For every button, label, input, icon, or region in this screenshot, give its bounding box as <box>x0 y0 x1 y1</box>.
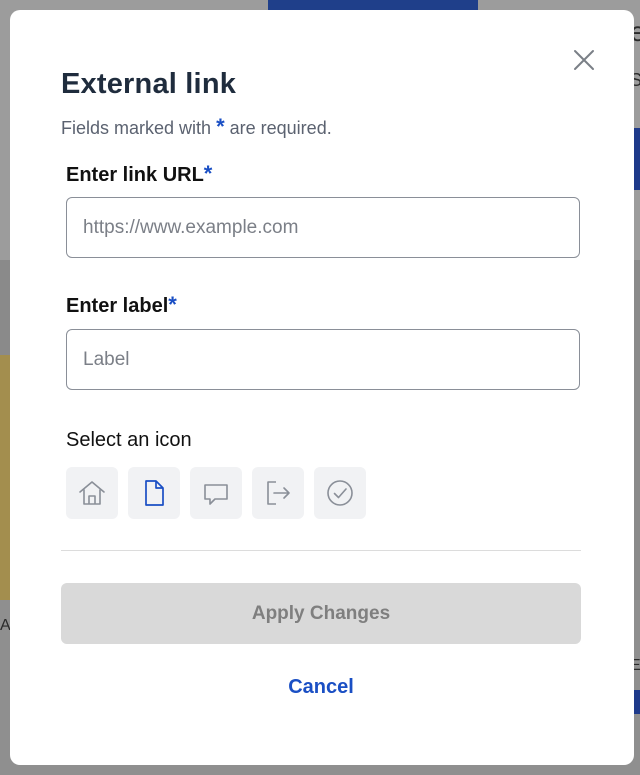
document-icon <box>145 480 164 506</box>
icon-option-check[interactable] <box>314 467 366 519</box>
required-marker: * <box>203 161 213 186</box>
chat-bubble-icon <box>204 484 228 505</box>
icon-option-home[interactable] <box>66 467 118 519</box>
required-hint-text-end: are required. <box>229 118 332 138</box>
icon-option-exit[interactable] <box>252 467 304 519</box>
check-circle-icon <box>327 480 353 506</box>
url-input[interactable] <box>66 197 580 258</box>
url-field-label-text: Enter link URL <box>66 164 204 186</box>
close-icon <box>574 50 594 70</box>
divider <box>61 550 581 551</box>
close-button[interactable] <box>570 46 598 74</box>
external-exit-icon <box>267 481 290 505</box>
icon-option-document[interactable] <box>128 467 180 519</box>
url-field-label: Enter link URL* <box>66 161 212 187</box>
required-marker: * <box>216 114 225 139</box>
label-field-label-text: Enter label <box>66 295 169 317</box>
label-field-label: Enter label* <box>66 292 177 318</box>
label-input[interactable] <box>66 329 580 390</box>
required-marker: * <box>168 292 177 317</box>
background-image-edge <box>0 355 10 600</box>
home-icon <box>79 481 105 505</box>
icon-option-chat[interactable] <box>190 467 242 519</box>
required-hint-text: Fields marked with <box>61 118 212 138</box>
dialog-title: External link <box>61 68 237 100</box>
cancel-button[interactable]: Cancel <box>61 672 581 702</box>
external-link-dialog: External link Fields marked with * are r… <box>10 10 634 765</box>
apply-changes-button[interactable]: Apply Changes <box>61 583 581 644</box>
icon-section-label: Select an icon <box>66 429 192 451</box>
required-hint: Fields marked with * are required. <box>61 114 332 140</box>
icon-picker <box>66 467 366 519</box>
